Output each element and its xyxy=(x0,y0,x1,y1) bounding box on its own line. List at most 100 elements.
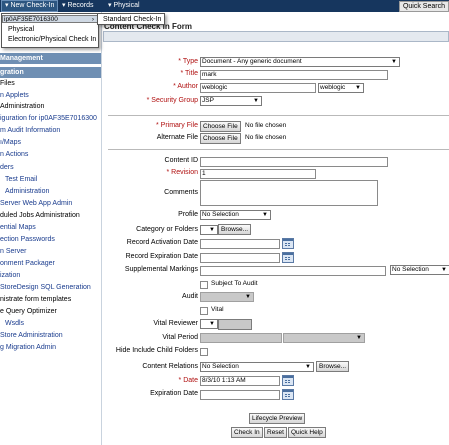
chevron-down-icon: ▼ xyxy=(391,59,397,65)
supplemental-markings-input[interactable] xyxy=(200,266,386,276)
sidebar-item-files[interactable]: Files xyxy=(0,79,15,88)
dropdown-item-physical[interactable]: Physical xyxy=(2,25,98,35)
subject-to-audit-checkbox[interactable] xyxy=(200,281,208,289)
sidebar-item[interactable]: ı/Maps xyxy=(0,138,21,147)
new-check-in-menu[interactable]: ▾ New Check-In xyxy=(1,0,59,12)
content-id-label: Content ID xyxy=(164,157,198,164)
type-label: * Type xyxy=(178,58,198,65)
sidebar-item[interactable]: Store Administration xyxy=(0,331,63,340)
alternate-file-label: Alternate File xyxy=(156,134,198,141)
quick-search-button[interactable]: Quick Search xyxy=(398,1,449,12)
calendar-icon[interactable] xyxy=(282,252,294,263)
sidebar-item[interactable]: Wsdls xyxy=(5,319,24,328)
sidebar-item[interactable]: ential Maps xyxy=(0,223,36,232)
check-in-button[interactable]: Check In xyxy=(231,427,263,438)
physical-menu[interactable]: ▾ Physical xyxy=(108,1,140,11)
calendar-icon[interactable] xyxy=(282,375,294,386)
sidebar-item[interactable]: Administration xyxy=(5,187,49,196)
sidebar-item[interactable]: onment Packager xyxy=(0,259,55,268)
title-input[interactable]: mark xyxy=(200,70,388,80)
content-relations-select[interactable]: No Selection ▼ xyxy=(200,362,314,372)
audit-label: Audit xyxy=(182,293,198,300)
calendar-icon[interactable] xyxy=(282,238,294,249)
reset-button[interactable]: Reset xyxy=(264,427,287,438)
chevron-down-icon: ▼ xyxy=(356,335,362,341)
new-check-in-dropdown: ip0AF35E7016300 › Physical Electronic/Phy… xyxy=(1,13,99,48)
top-menu-bar: ▾ New Check-In ▾ Records ▾ Physical Quic… xyxy=(0,0,449,12)
chevron-down-icon: ▼ xyxy=(262,212,268,218)
author-label: * Author xyxy=(173,83,198,90)
hide-include-child-folders-checkbox[interactable] xyxy=(200,348,208,356)
expiration-date-input[interactable] xyxy=(200,390,280,400)
dropdown-item-server[interactable]: ip0AF35E7016300 › xyxy=(2,15,98,23)
sidebar-item[interactable]: m Audit Information xyxy=(0,126,60,135)
primary-choose-file-button[interactable]: Choose File xyxy=(200,121,241,132)
vital-checkbox[interactable] xyxy=(200,307,208,315)
profile-label: Profile xyxy=(178,211,198,218)
alternate-file-status: No file chosen xyxy=(245,134,287,141)
revision-label: * Revision xyxy=(166,169,198,176)
content-relations-browse-button[interactable]: Browse... xyxy=(316,361,350,372)
sidebar-item[interactable]: e Query Optimizer xyxy=(0,307,57,316)
calendar-icon[interactable] xyxy=(282,389,294,400)
title-band xyxy=(103,31,449,42)
security-group-select[interactable]: JSP ▼ xyxy=(200,96,262,106)
vital-period-input[interactable] xyxy=(200,333,282,343)
record-activation-date-input[interactable] xyxy=(200,239,280,249)
vital-period-select[interactable]: ▼ xyxy=(283,333,365,343)
sidebar-item[interactable]: nistrate form templates xyxy=(0,295,71,304)
chevron-down-icon: ▼ xyxy=(245,294,251,300)
lifecycle-preview-button[interactable]: Lifecycle Preview xyxy=(249,413,306,424)
subject-to-audit-label: Subject To Audit xyxy=(211,280,258,287)
hide-include-child-folders-label: Hide Include Child Folders xyxy=(115,347,198,354)
date-input[interactable]: 8/3/10 1:13 AM xyxy=(200,376,280,386)
quick-help-button[interactable]: Quick Help xyxy=(288,427,326,438)
sidebar-item[interactable]: n Actions xyxy=(0,150,28,159)
category-browse-button[interactable]: Browse... xyxy=(218,224,252,235)
chevron-down-icon: ▼ xyxy=(253,98,259,104)
chevron-right-icon: › xyxy=(91,16,94,23)
sidebar-item[interactable]: duled Jobs Administration xyxy=(0,211,80,220)
content-relations-label: Content Relations xyxy=(142,363,198,370)
vital-reviewer-button[interactable] xyxy=(218,319,252,330)
vital-period-label: Vital Period xyxy=(162,334,198,341)
sidebar-item[interactable]: Administration xyxy=(0,102,44,111)
sidebar-item[interactable]: ization xyxy=(0,271,20,280)
record-activation-date-label: Record Activation Date xyxy=(126,239,198,246)
vital-reviewer-select[interactable]: ▼ xyxy=(200,319,218,329)
audit-select[interactable]: ▼ xyxy=(200,292,254,302)
type-select[interactable]: Document - Any generic document ▼ xyxy=(200,57,400,67)
category-select[interactable]: ▼ xyxy=(200,225,218,235)
vital-reviewer-label: Vital Reviewer xyxy=(153,320,198,327)
revision-input[interactable]: 1 xyxy=(200,169,316,179)
security-group-label: * Security Group xyxy=(146,97,198,104)
dropdown-item-electronic-physical[interactable]: Electronic/Physical Check In xyxy=(2,35,98,45)
sidebar-item[interactable]: StoreDesign SQL Generation xyxy=(0,283,91,292)
primary-file-label: * Primary File xyxy=(155,122,198,129)
supplemental-markings-select[interactable]: No Selection ▼ xyxy=(390,265,449,275)
author-input[interactable]: weblogic xyxy=(200,83,316,93)
sidebar-item[interactable]: n Server xyxy=(0,247,26,256)
date-label: * Date xyxy=(178,377,198,384)
chevron-down-icon: ▼ xyxy=(441,267,447,273)
profile-select[interactable]: No Selection ▼ xyxy=(200,210,271,220)
sidebar-item[interactable]: Server Web App Admin xyxy=(0,199,72,208)
expiration-date-label: Expiration Date xyxy=(150,390,198,397)
sidebar-item[interactable]: Test Email xyxy=(5,175,37,184)
content-id-input[interactable] xyxy=(200,157,388,167)
sidebar-item[interactable]: n Applets xyxy=(0,91,29,100)
divider xyxy=(108,115,449,116)
vital-label: Vital xyxy=(211,306,224,313)
sidebar-item[interactable]: g Migration Admin xyxy=(0,343,56,352)
alternate-choose-file-button[interactable]: Choose File xyxy=(200,133,241,144)
chevron-down-icon: ▼ xyxy=(305,364,311,370)
records-menu[interactable]: ▾ Records xyxy=(62,1,94,11)
sidebar-item[interactable]: ection Passwords xyxy=(0,235,55,244)
sidebar-item[interactable]: ders xyxy=(0,163,14,172)
comments-textarea[interactable] xyxy=(200,180,378,206)
submenu-standard-check-in[interactable]: Standard Check-In xyxy=(97,13,165,25)
chevron-down-icon: ▼ xyxy=(209,321,215,327)
author-select[interactable]: weblogic ▼ xyxy=(318,83,364,93)
divider xyxy=(108,149,449,150)
record-expiration-date-input[interactable] xyxy=(200,253,280,263)
